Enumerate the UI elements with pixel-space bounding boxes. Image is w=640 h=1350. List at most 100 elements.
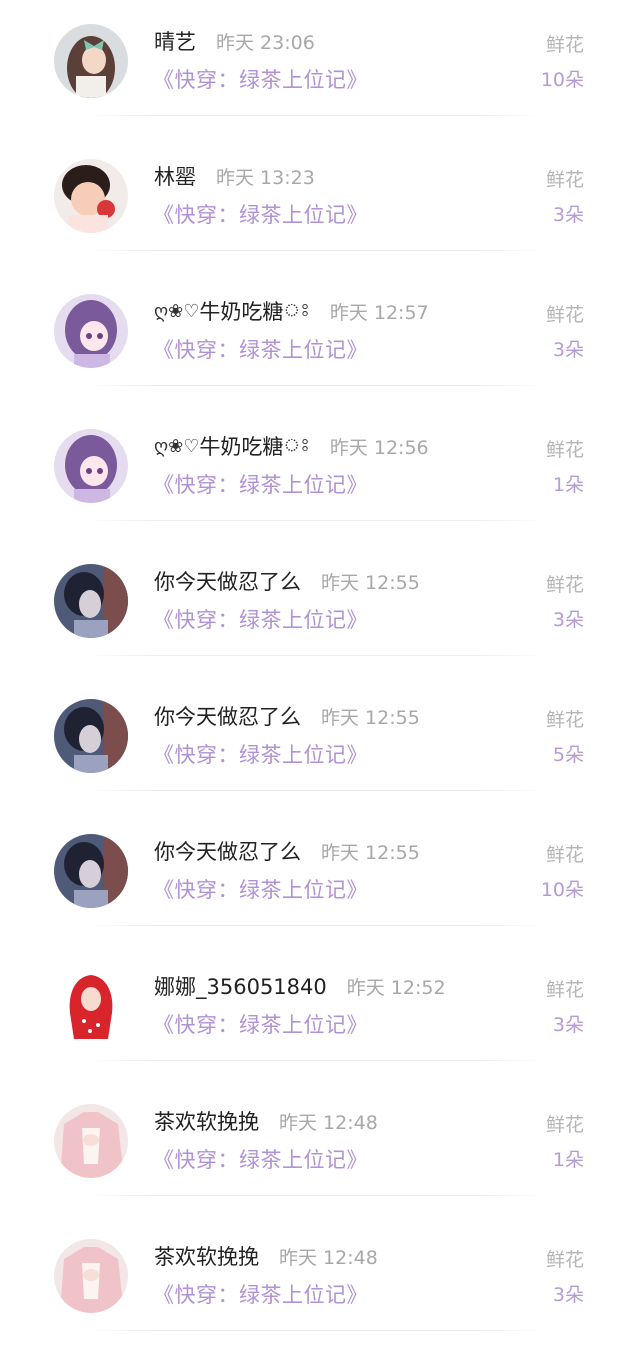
anime-girl-avatar[interactable] bbox=[54, 294, 128, 368]
flower-label: 鲜花 bbox=[545, 979, 584, 1001]
username-text: 牛奶吃糖 bbox=[199, 300, 284, 324]
flower-label: 鲜花 bbox=[545, 34, 584, 56]
flower-count: 5朵 bbox=[552, 744, 584, 766]
timestamp: 昨天 23:06 bbox=[216, 31, 315, 54]
flower-count: 1朵 bbox=[552, 474, 584, 496]
timestamp: 昨天 12:55 bbox=[321, 571, 420, 594]
name-line: 晴艺 昨天 23:06 bbox=[154, 24, 315, 58]
username[interactable]: 林罂 bbox=[154, 161, 196, 191]
username-text: 你今天做忍了么 bbox=[154, 840, 301, 864]
username[interactable]: 你今天做忍了么 bbox=[154, 701, 301, 731]
username-text: 林罂 bbox=[154, 165, 196, 189]
username[interactable]: 你今天做忍了么 bbox=[154, 566, 301, 596]
timestamp: 昨天 12:48 bbox=[279, 1111, 378, 1134]
name-line: ღ❀♡ 牛奶吃糖ঃ 昨天 12:56 bbox=[154, 429, 429, 463]
gift-list-item[interactable]: 茶欢软挽挽 昨天 12:48 《快穿：绿茶上位记》 鲜花 1朵 bbox=[0, 1080, 640, 1215]
divider bbox=[85, 1330, 545, 1331]
divider bbox=[85, 250, 545, 251]
book-title-link[interactable]: 《快穿：绿茶上位记》 bbox=[153, 1279, 368, 1309]
username-deco-left: ღ❀♡ bbox=[154, 435, 200, 457]
name-line: 你今天做忍了么 昨天 12:55 bbox=[154, 564, 420, 598]
divider bbox=[85, 1195, 545, 1196]
flower-count: 1朵 bbox=[552, 1149, 584, 1171]
timestamp: 昨天 12:56 bbox=[329, 436, 429, 459]
pink-coat-avatar[interactable] bbox=[54, 1104, 128, 1178]
flower-label: 鲜花 bbox=[545, 304, 584, 326]
username[interactable]: 娜娜_356051840 bbox=[154, 971, 327, 1001]
name-line: 你今天做忍了么 昨天 12:55 bbox=[154, 699, 420, 733]
flower-label: 鲜花 bbox=[545, 1114, 584, 1136]
painted-woman-avatar[interactable] bbox=[54, 699, 128, 773]
username-deco-right: ঃ bbox=[283, 299, 310, 321]
username-text: 茶欢软挽挽 bbox=[154, 1110, 259, 1134]
red-hood-avatar[interactable] bbox=[54, 969, 128, 1043]
flower-label: 鲜花 bbox=[545, 169, 584, 191]
gift-list-item[interactable]: 你今天做忍了么 昨天 12:55 《快穿：绿茶上位记》 鲜花 5朵 bbox=[0, 675, 640, 810]
timestamp: 昨天 12:55 bbox=[321, 706, 420, 729]
flower-gift-list: 晴艺 昨天 23:06 《快穿：绿茶上位记》 鲜花 10朵 林罂 昨天 13:23 《快穿：绿… bbox=[0, 0, 640, 1350]
book-title-link[interactable]: 《快穿：绿茶上位记》 bbox=[153, 334, 368, 364]
book-title-link[interactable]: 《快穿：绿茶上位记》 bbox=[153, 199, 368, 229]
anime-girl-avatar[interactable] bbox=[54, 429, 128, 503]
name-line: 茶欢软挽挽 昨天 12:48 bbox=[154, 1239, 378, 1273]
book-title-link[interactable]: 《快穿：绿茶上位记》 bbox=[153, 64, 368, 94]
timestamp: 昨天 12:57 bbox=[329, 301, 429, 324]
gift-list-item[interactable]: 你今天做忍了么 昨天 12:55 《快穿：绿茶上位记》 鲜花 3朵 bbox=[0, 540, 640, 675]
flower-count: 3朵 bbox=[552, 1284, 584, 1306]
flower-count: 3朵 bbox=[552, 339, 584, 361]
name-line: 茶欢软挽挽 昨天 12:48 bbox=[154, 1104, 378, 1138]
username[interactable]: 茶欢软挽挽 bbox=[154, 1241, 259, 1271]
name-line: ღ❀♡ 牛奶吃糖ঃ 昨天 12:57 bbox=[154, 294, 429, 328]
username[interactable]: 晴艺 bbox=[154, 26, 196, 56]
divider bbox=[85, 925, 545, 926]
book-title-link[interactable]: 《快穿：绿茶上位记》 bbox=[153, 469, 368, 499]
name-line: 娜娜_356051840 昨天 12:52 bbox=[154, 969, 446, 1003]
timestamp: 昨天 13:23 bbox=[216, 166, 315, 189]
gift-list-item[interactable]: 你今天做忍了么 昨天 12:55 《快穿：绿茶上位记》 鲜花 10朵 bbox=[0, 810, 640, 945]
painted-woman-avatar[interactable] bbox=[54, 834, 128, 908]
name-line: 你今天做忍了么 昨天 12:55 bbox=[154, 834, 420, 868]
girl-bow-avatar[interactable] bbox=[54, 24, 128, 98]
book-title-link[interactable]: 《快穿：绿茶上位记》 bbox=[153, 1144, 368, 1174]
username[interactable]: ღ❀♡ 牛奶吃糖ঃ bbox=[154, 296, 310, 327]
flower-count: 10朵 bbox=[540, 879, 584, 901]
gift-list-item[interactable]: 林罂 昨天 13:23 《快穿：绿茶上位记》 鲜花 3朵 bbox=[0, 135, 640, 270]
username[interactable]: 茶欢软挽挽 bbox=[154, 1106, 259, 1136]
book-title-link[interactable]: 《快穿：绿茶上位记》 bbox=[153, 739, 368, 769]
flower-count: 3朵 bbox=[552, 204, 584, 226]
flower-count: 3朵 bbox=[552, 1014, 584, 1036]
username-text: 牛奶吃糖 bbox=[199, 435, 284, 459]
name-line: 林罂 昨天 13:23 bbox=[154, 159, 315, 193]
flower-label: 鲜花 bbox=[545, 1249, 584, 1271]
book-title-link[interactable]: 《快穿：绿茶上位记》 bbox=[153, 604, 368, 634]
flower-count: 10朵 bbox=[540, 69, 584, 91]
username-deco-left: ღ❀♡ bbox=[154, 300, 200, 322]
flower-label: 鲜花 bbox=[545, 709, 584, 731]
timestamp: 昨天 12:52 bbox=[346, 976, 446, 999]
divider bbox=[85, 115, 545, 116]
gift-list-item[interactable]: ღ❀♡ 牛奶吃糖ঃ 昨天 12:56 《快穿：绿茶上位记》 鲜花 1朵 bbox=[0, 405, 640, 540]
gift-list-item[interactable]: 娜娜_356051840 昨天 12:52 《快穿：绿茶上位记》 鲜花 3朵 bbox=[0, 945, 640, 1080]
book-title-link[interactable]: 《快穿：绿茶上位记》 bbox=[153, 874, 368, 904]
username-text: 你今天做忍了么 bbox=[154, 705, 301, 729]
divider bbox=[85, 790, 545, 791]
pink-coat-avatar[interactable] bbox=[54, 1239, 128, 1313]
flower-label: 鲜花 bbox=[545, 844, 584, 866]
painted-woman-avatar[interactable] bbox=[54, 564, 128, 638]
username[interactable]: ღ❀♡ 牛奶吃糖ঃ bbox=[154, 431, 310, 462]
gift-list-item[interactable]: ღ❀♡ 牛奶吃糖ঃ 昨天 12:57 《快穿：绿茶上位记》 鲜花 3朵 bbox=[0, 270, 640, 405]
timestamp: 昨天 12:48 bbox=[279, 1246, 378, 1269]
flower-label: 鲜花 bbox=[545, 439, 584, 461]
username-text: 茶欢软挽挽 bbox=[154, 1245, 259, 1269]
username-text: 娜娜_356051840 bbox=[154, 975, 327, 999]
username[interactable]: 你今天做忍了么 bbox=[154, 836, 301, 866]
divider bbox=[85, 655, 545, 656]
book-title-link[interactable]: 《快穿：绿茶上位记》 bbox=[153, 1009, 368, 1039]
flower-label: 鲜花 bbox=[545, 574, 584, 596]
divider bbox=[85, 385, 545, 386]
gift-list-item[interactable]: 茶欢软挽挽 昨天 12:48 《快穿：绿茶上位记》 鲜花 3朵 bbox=[0, 1215, 640, 1350]
child-avatar[interactable] bbox=[54, 159, 128, 233]
gift-list-item[interactable]: 晴艺 昨天 23:06 《快穿：绿茶上位记》 鲜花 10朵 bbox=[0, 0, 640, 135]
username-text: 你今天做忍了么 bbox=[154, 570, 301, 594]
divider bbox=[85, 520, 545, 521]
